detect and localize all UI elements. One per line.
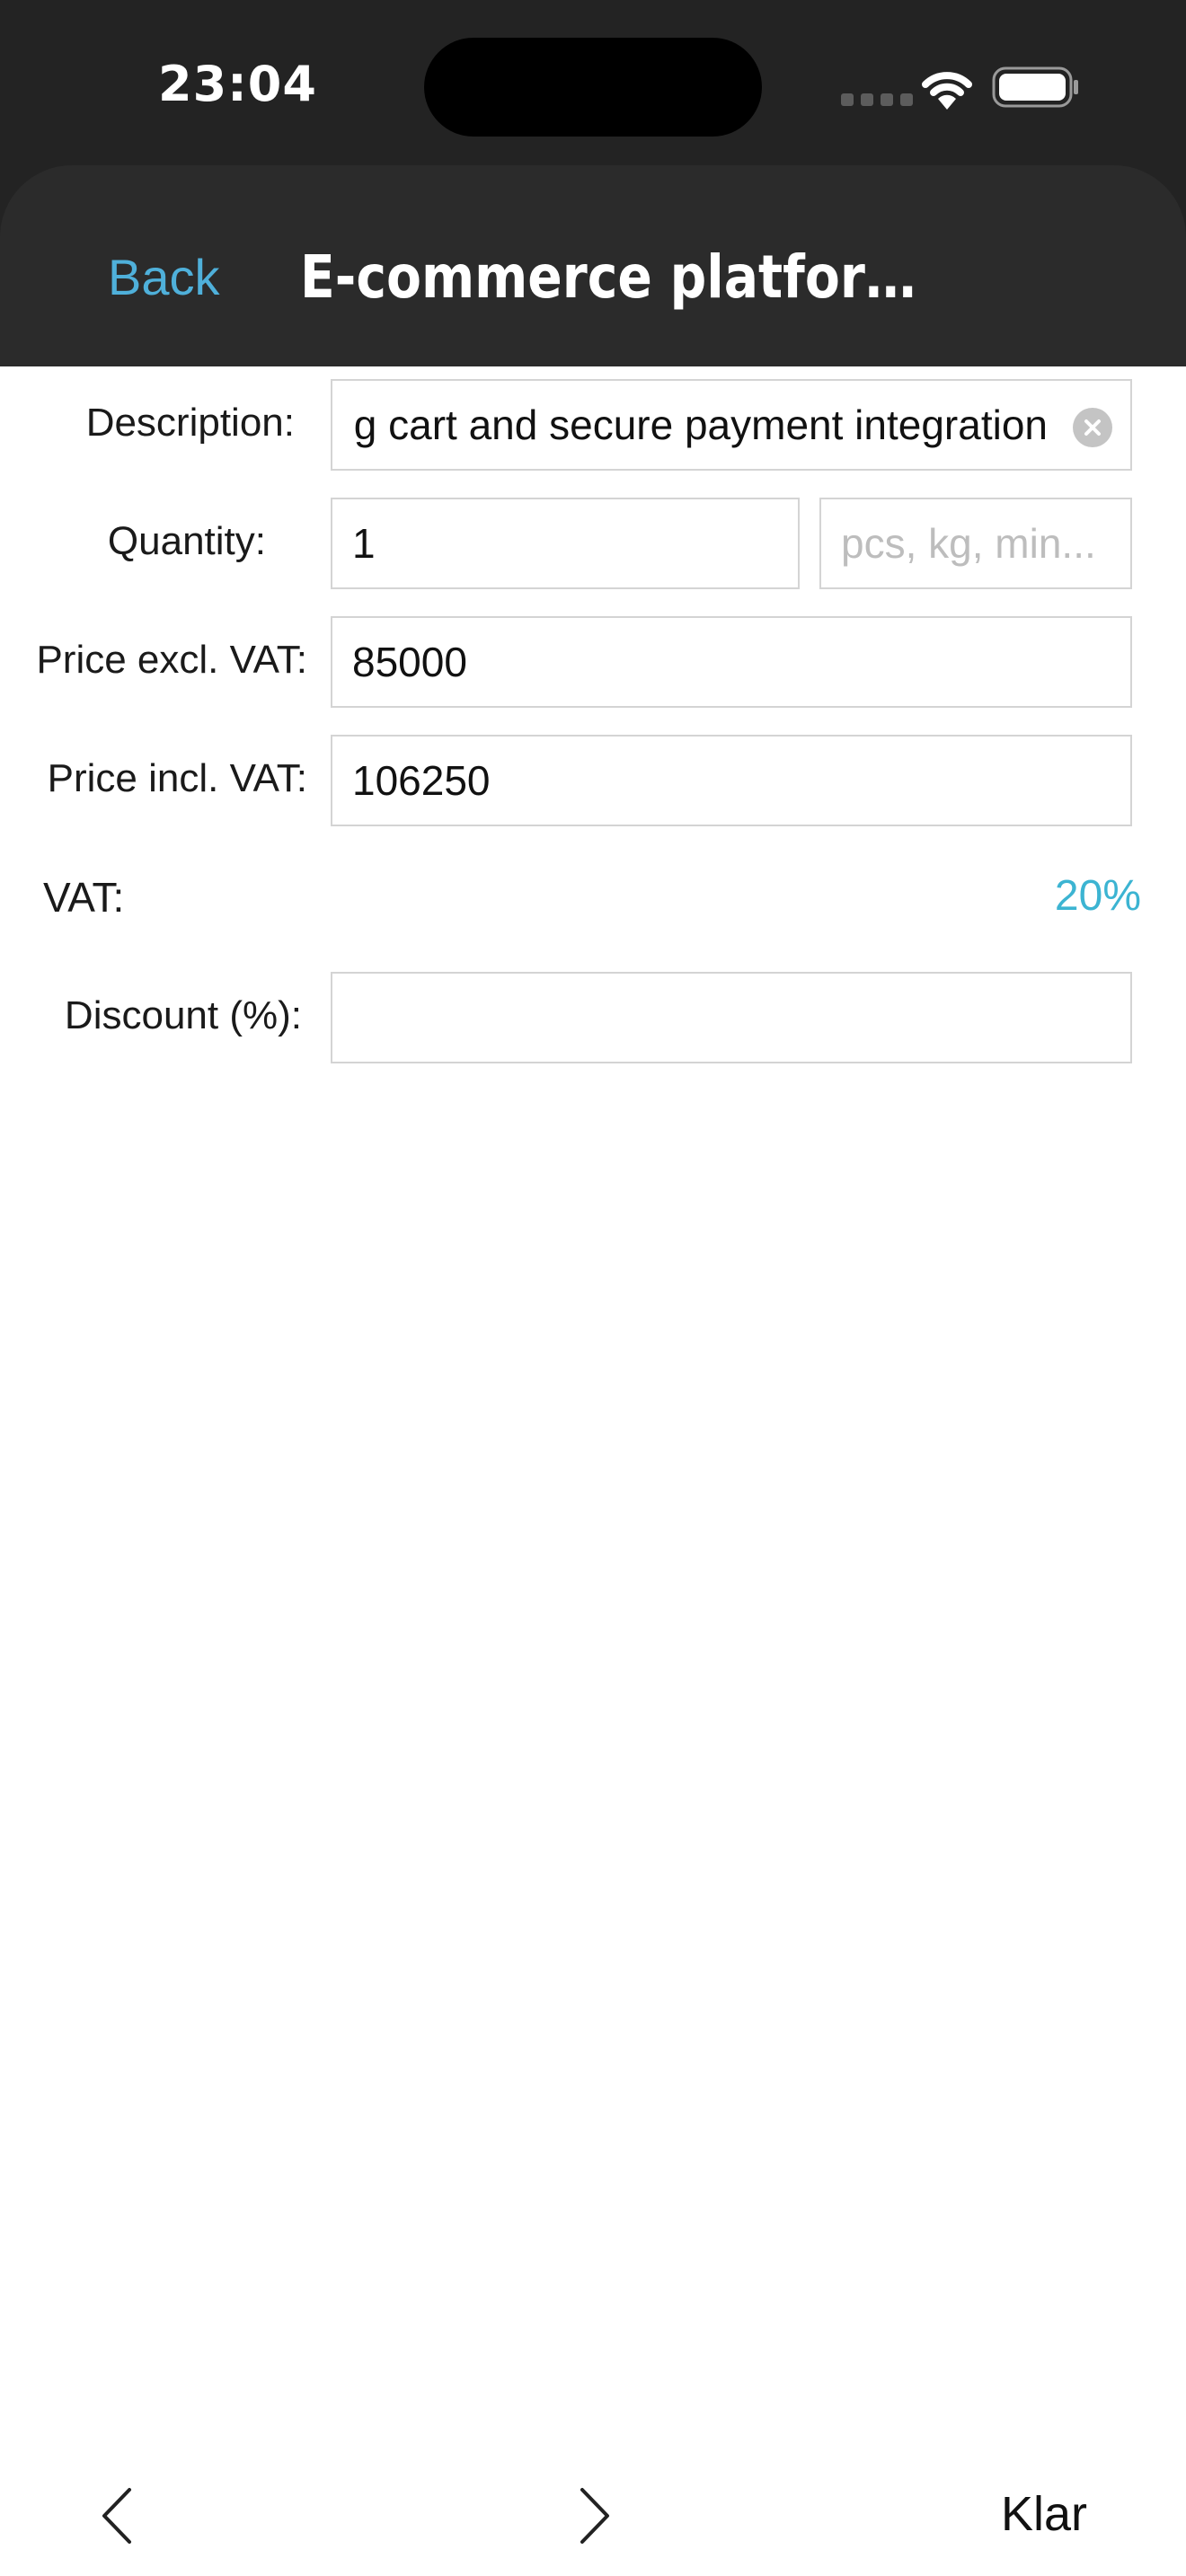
price-excl-field[interactable] <box>331 616 1132 708</box>
battery-icon <box>992 66 1078 108</box>
status-time: 23:04 <box>158 56 317 112</box>
done-button[interactable]: Klar <box>1001 2486 1087 2542</box>
price-excl-label: Price excl. VAT: <box>36 638 307 682</box>
back-button[interactable]: Back <box>108 248 220 306</box>
price-incl-field[interactable] <box>331 735 1132 826</box>
vat-label: VAT: <box>43 874 125 921</box>
dynamic-island <box>424 38 762 137</box>
quantity-input[interactable] <box>352 519 798 568</box>
close-icon <box>1084 419 1101 436</box>
price-incl-label: Price incl. VAT: <box>47 756 307 800</box>
unit-input[interactable] <box>841 519 1130 568</box>
price-incl-input[interactable] <box>352 756 1130 805</box>
description-field[interactable]: g cart and secure payment integration <box>331 379 1132 471</box>
description-label: Description: <box>85 401 295 445</box>
chevron-left-icon[interactable] <box>95 2484 140 2547</box>
page-title: E-commerce platform develop... <box>300 243 965 312</box>
chevron-right-icon[interactable] <box>571 2484 616 2547</box>
price-excl-input[interactable] <box>352 638 1130 686</box>
unit-field[interactable] <box>819 498 1132 589</box>
vat-value[interactable]: 20% <box>1055 871 1141 921</box>
wifi-icon <box>922 72 972 110</box>
quantity-field[interactable] <box>331 498 800 589</box>
signal-dots-icon <box>841 93 913 106</box>
clear-icon[interactable] <box>1073 408 1112 447</box>
discount-field[interactable] <box>331 972 1132 1063</box>
description-value: g cart and secure payment integration <box>353 401 1048 448</box>
discount-input[interactable] <box>352 993 1130 1042</box>
quantity-label: Quantity: <box>107 519 266 563</box>
discount-label: Discount (%): <box>64 993 302 1037</box>
